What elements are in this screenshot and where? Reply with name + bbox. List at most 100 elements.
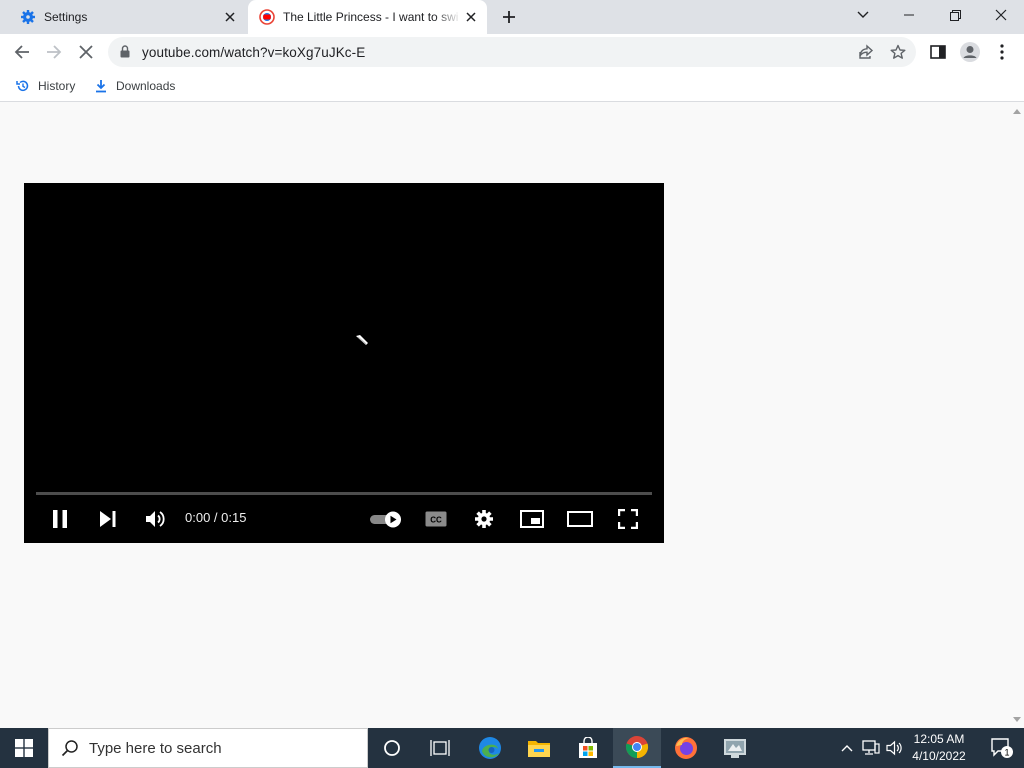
speaker-icon xyxy=(886,740,902,756)
stop-icon xyxy=(79,45,93,59)
bookmark-star-icon[interactable] xyxy=(888,42,908,62)
network-icon xyxy=(862,740,880,755)
captions-icon: CC xyxy=(425,511,447,527)
close-icon xyxy=(995,9,1007,21)
avatar-icon xyxy=(960,42,980,62)
menu-button[interactable] xyxy=(988,38,1016,66)
edge-button[interactable] xyxy=(466,728,514,768)
forward-arrow-icon xyxy=(47,45,62,59)
fullscreen-button[interactable] xyxy=(610,503,646,535)
firefox-icon xyxy=(675,737,697,759)
gear-icon xyxy=(20,9,36,25)
firefox-button[interactable] xyxy=(662,728,710,768)
bookmarks-bar: History Downloads xyxy=(0,70,1024,102)
search-placeholder: Type here to search xyxy=(89,739,222,757)
pause-icon xyxy=(53,510,67,528)
app-button[interactable] xyxy=(711,728,759,768)
task-view-button[interactable] xyxy=(416,728,464,768)
tab-youtube[interactable]: The Little Princess - I want to swi xyxy=(248,0,487,34)
skip-next-icon xyxy=(100,511,116,527)
autoplay-toggle[interactable] xyxy=(366,503,406,535)
more-vert-icon xyxy=(1000,44,1004,60)
bookmark-label: Downloads xyxy=(116,79,176,93)
minimize-button[interactable] xyxy=(886,0,932,30)
mouse-cursor-icon xyxy=(354,333,370,352)
notification-count: 1 xyxy=(1004,748,1009,758)
close-icon[interactable] xyxy=(220,7,240,27)
video-player[interactable]: 0:00 / 0:15 CC xyxy=(24,183,664,543)
mute-button[interactable] xyxy=(137,503,173,535)
scroll-up-arrow-icon[interactable] xyxy=(1013,109,1021,114)
progress-bar[interactable] xyxy=(36,492,652,495)
side-panel-icon xyxy=(930,45,946,59)
search-icon xyxy=(61,740,78,757)
app-icon xyxy=(724,739,746,758)
browser-toolbar: youtube.com/watch?v=koXg7uJKc-E xyxy=(0,34,1024,70)
svg-text:CC: CC xyxy=(430,516,442,525)
tab-title: Settings xyxy=(44,10,88,24)
cortana-icon xyxy=(384,740,400,756)
settings-button[interactable] xyxy=(466,503,502,535)
pause-button[interactable] xyxy=(42,503,78,535)
stop-button[interactable] xyxy=(72,38,100,66)
history-icon xyxy=(15,78,31,94)
close-window-button[interactable] xyxy=(978,0,1024,30)
youtube-icon xyxy=(259,9,275,25)
captions-button[interactable]: CC xyxy=(418,503,454,535)
fullscreen-icon xyxy=(618,509,638,529)
back-arrow-icon xyxy=(14,45,29,59)
system-clock[interactable]: 12:05 AM 4/10/2022 xyxy=(906,731,972,765)
address-bar[interactable]: youtube.com/watch?v=koXg7uJKc-E xyxy=(108,37,916,67)
cortana-button[interactable] xyxy=(368,728,416,768)
restore-icon xyxy=(949,9,961,21)
download-icon xyxy=(93,78,109,94)
file-explorer-button[interactable] xyxy=(515,728,563,768)
volume-icon xyxy=(146,511,165,527)
scroll-down-arrow-icon[interactable] xyxy=(1013,717,1021,722)
tab-strip: Settings The Little Princess - I want to… xyxy=(0,0,1024,34)
share-icon[interactable] xyxy=(856,42,876,62)
close-icon[interactable] xyxy=(461,7,481,27)
bookmark-label: History xyxy=(38,79,76,93)
restore-button[interactable] xyxy=(932,0,978,30)
chevron-down-icon xyxy=(857,11,869,18)
url-text: youtube.com/watch?v=koXg7uJKc-E xyxy=(142,45,366,60)
theater-mode-button[interactable] xyxy=(562,503,598,535)
file-explorer-icon xyxy=(528,741,550,757)
chrome-icon xyxy=(625,736,649,759)
profile-button[interactable] xyxy=(956,38,984,66)
minimize-icon xyxy=(904,14,914,16)
tab-settings[interactable]: Settings xyxy=(8,0,246,34)
back-button[interactable] xyxy=(8,38,36,66)
bookmark-history[interactable]: History xyxy=(15,76,75,96)
clock-time: 12:05 AM xyxy=(913,732,965,746)
chevron-up-icon xyxy=(841,745,853,752)
next-button[interactable] xyxy=(90,503,126,535)
store-icon xyxy=(579,737,597,758)
gear-icon xyxy=(475,510,493,528)
store-button[interactable] xyxy=(564,728,612,768)
new-tab-button[interactable] xyxy=(497,5,521,29)
action-center-button[interactable]: 1 xyxy=(980,728,1024,768)
volume-button[interactable] xyxy=(884,728,906,768)
side-panel-button[interactable] xyxy=(924,38,952,66)
show-hidden-icons-button[interactable] xyxy=(836,728,858,768)
forward-button[interactable] xyxy=(40,38,68,66)
miniplayer-button[interactable] xyxy=(514,503,550,535)
time-display: 0:00 / 0:15 xyxy=(185,510,247,525)
taskbar-search[interactable]: Type here to search xyxy=(48,728,368,768)
clock-date: 4/10/2022 xyxy=(912,749,966,763)
bookmark-downloads[interactable]: Downloads xyxy=(93,76,175,96)
plus-icon xyxy=(503,11,515,23)
tab-title: The Little Princess - I want to swi xyxy=(283,10,459,24)
network-button[interactable] xyxy=(860,728,882,768)
scrollbar[interactable] xyxy=(1009,103,1024,728)
chrome-button[interactable] xyxy=(613,728,661,768)
taskbar: Type here to search 12:05 AM 4/10/2022 1 xyxy=(0,728,1024,768)
tab-search-button[interactable] xyxy=(840,0,886,30)
edge-icon xyxy=(479,737,501,759)
windows-logo-icon xyxy=(15,739,33,757)
lock-icon[interactable] xyxy=(120,45,130,63)
autoplay-icon xyxy=(370,511,401,528)
start-button[interactable] xyxy=(0,728,48,768)
